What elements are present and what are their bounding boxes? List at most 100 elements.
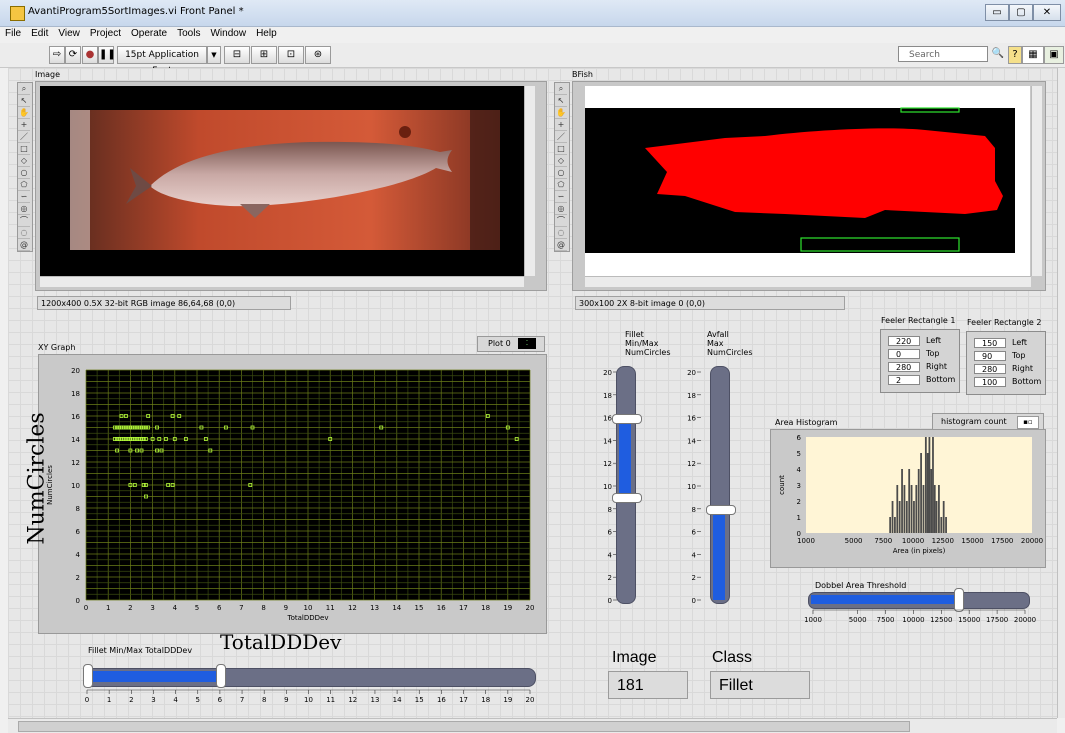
x-tick-label: 11	[326, 604, 335, 612]
y-tick-label: 10	[71, 482, 80, 490]
spiral-tool-icon[interactable]: @	[18, 239, 30, 251]
ring-tool-icon[interactable]: ◌	[555, 227, 567, 239]
panel-vertical-scrollbar[interactable]	[1057, 68, 1065, 718]
panel-horizontal-scrollbar[interactable]	[8, 718, 1057, 733]
broken-line-tool-icon[interactable]: ⌒	[555, 215, 567, 227]
fillet-totaldddev-high-thumb[interactable]	[215, 664, 226, 688]
fillet-totaldddev-scale-tick-label: 5	[196, 696, 200, 704]
font-selector[interactable]: 15pt Application Font	[117, 46, 207, 76]
pause-icon[interactable]: ❚❚	[98, 46, 116, 64]
feeler1-top-input[interactable]: 0	[888, 349, 920, 359]
align-icon[interactable]: ⊟	[224, 46, 250, 64]
reorder-icon[interactable]: ⊛	[305, 46, 331, 64]
point-tool-icon[interactable]: +	[555, 119, 567, 131]
avfall-numcircles-scale-tick-label: 4	[692, 551, 697, 559]
oval-tool-icon[interactable]: ○	[555, 167, 567, 179]
histogram-bar	[930, 469, 933, 533]
search-icon[interactable]: 🔍	[991, 46, 1005, 62]
feeler1-right-input[interactable]: 280	[888, 362, 920, 372]
distribute-icon[interactable]: ⊞	[251, 46, 277, 64]
pointer-tool-icon[interactable]: ↖	[555, 95, 567, 107]
menu-operate[interactable]: Operate	[126, 27, 172, 40]
dobbel-threshold-scale-tick-label: 17500	[986, 616, 1008, 624]
ring-tool-icon[interactable]: ◌	[18, 227, 30, 239]
fillet-numcircles-high-thumb[interactable]	[612, 413, 642, 424]
feeler1-top-label: Top	[926, 349, 940, 358]
menu-tools[interactable]: Tools	[172, 27, 205, 40]
zoom-tool-icon[interactable]: ⌕	[555, 83, 567, 95]
image-vertical-scrollbar[interactable]	[524, 86, 535, 276]
image-horizontal-scrollbar[interactable]	[40, 276, 524, 287]
bfish-tools-palette[interactable]: ⌕ ↖ ✋ + ／ □ ◇ ○ ⬠ ∽ ◎ ⌒ ◌ @	[554, 82, 570, 252]
line-tool-icon[interactable]: ／	[555, 131, 567, 143]
x-tick-label: 10	[304, 604, 313, 612]
polygon-tool-icon[interactable]: ⬠	[555, 179, 567, 191]
pointer-tool-icon[interactable]: ↖	[18, 95, 30, 107]
freehand-tool-icon[interactable]: ∽	[18, 191, 30, 203]
menu-project[interactable]: Project	[85, 27, 126, 40]
polygon-tool-icon[interactable]: ⬠	[18, 179, 30, 191]
histogram-bar	[945, 517, 947, 533]
point-tool-icon[interactable]: +	[18, 119, 30, 131]
oval-tool-icon[interactable]: ○	[18, 167, 30, 179]
fillet-numcircles-low-thumb[interactable]	[612, 493, 642, 504]
menu-file[interactable]: File	[0, 27, 26, 40]
pan-tool-icon[interactable]: ✋	[555, 107, 567, 119]
feeler1-bottom-input[interactable]: 2	[888, 375, 920, 385]
plot-legend[interactable]: Plot 0 ⁚	[477, 336, 545, 352]
bfish-vertical-scrollbar[interactable]	[1031, 86, 1042, 276]
pan-tool-icon[interactable]: ✋	[18, 107, 30, 119]
x-tick-label: 15	[415, 604, 424, 612]
xy-graph-plot[interactable]: 0 1 2 3 4 5 6 7 8 9 10 11 12 13 14 15 16 17 18 19 2002468101…	[38, 354, 545, 632]
histogram-plot-style-icon[interactable]: ▪▫	[1017, 416, 1039, 429]
histogram-x-tick: 1000	[797, 537, 815, 545]
feeler1-left-input[interactable]: 220	[888, 336, 920, 346]
menu-help[interactable]: Help	[251, 27, 282, 40]
menu-view[interactable]: View	[53, 27, 85, 40]
feeler2-bottom-input[interactable]: 100	[974, 377, 1006, 387]
resize-icon[interactable]: ⊡	[278, 46, 304, 64]
help-icon[interactable]: ?	[1008, 46, 1022, 64]
fillet-totaldddev-scale-tick-label: 0	[85, 696, 89, 704]
avfall-numcircles-scale-tick-label: 8	[692, 506, 696, 514]
plot-legend-label: Plot 0	[488, 339, 511, 348]
abort-icon[interactable]: ●	[82, 46, 98, 64]
broken-line-tool-icon[interactable]: ⌒	[18, 215, 30, 227]
minimize-button[interactable]: ▭	[985, 4, 1009, 21]
menu-window[interactable]: Window	[205, 27, 251, 40]
bfish-horizontal-scrollbar[interactable]	[585, 276, 1031, 287]
run-continuous-icon[interactable]: ⟳	[65, 46, 81, 64]
run-arrow-icon[interactable]: ⇨	[49, 46, 65, 64]
histogram-x-tick: 17500	[991, 537, 1013, 545]
area-histogram-plot[interactable]: 1000 5000 7500 10000 12500 15000 17500 20000 0 1 2…	[770, 429, 1044, 566]
x-tick-label: 5	[195, 604, 199, 612]
feeler2-right-input[interactable]: 280	[974, 364, 1006, 374]
annulus-tool-icon[interactable]: ◎	[555, 203, 567, 215]
image-tools-palette[interactable]: ⌕ ↖ ✋ + ／ □ ◇ ○ ⬠ ∽ ◎ ⌒ ◌ @	[17, 82, 33, 252]
fillet-numcircles-scale-tick-label: 6	[608, 529, 613, 537]
font-dropdown-icon[interactable]: ▼	[207, 46, 221, 64]
zoom-tool-icon[interactable]: ⌕	[18, 83, 30, 95]
annulus-tool-icon[interactable]: ◎	[18, 203, 30, 215]
spiral-tool-icon[interactable]: @	[555, 239, 567, 251]
histogram-bar	[942, 501, 945, 533]
feeler2-left-input[interactable]: 150	[974, 338, 1006, 348]
avfall-numcircles-thumb[interactable]	[706, 504, 736, 515]
rotated-rect-tool-icon[interactable]: ◇	[18, 155, 30, 167]
maximize-button[interactable]: ▢	[1009, 4, 1033, 21]
search-input[interactable]: Search	[898, 46, 988, 62]
fillet-numcircles-fill	[619, 417, 631, 498]
rectangle-tool-icon[interactable]: □	[18, 143, 30, 155]
menu-edit[interactable]: Edit	[26, 27, 53, 40]
fillet-totaldddev-low-thumb[interactable]	[83, 664, 93, 688]
y-tick-label: 2	[76, 574, 80, 582]
fillet-totaldddev-scale-tick-label: 14	[393, 696, 402, 704]
rotated-rect-tool-icon[interactable]: ◇	[555, 155, 567, 167]
line-tool-icon[interactable]: ／	[18, 131, 30, 143]
close-button[interactable]: ✕	[1033, 4, 1061, 21]
freehand-tool-icon[interactable]: ∽	[555, 191, 567, 203]
plot-style-icon[interactable]: ⁚	[518, 338, 536, 349]
x-axis-label: TotalDDDev	[287, 614, 329, 622]
rectangle-tool-icon[interactable]: □	[555, 143, 567, 155]
feeler2-top-input[interactable]: 90	[974, 351, 1006, 361]
